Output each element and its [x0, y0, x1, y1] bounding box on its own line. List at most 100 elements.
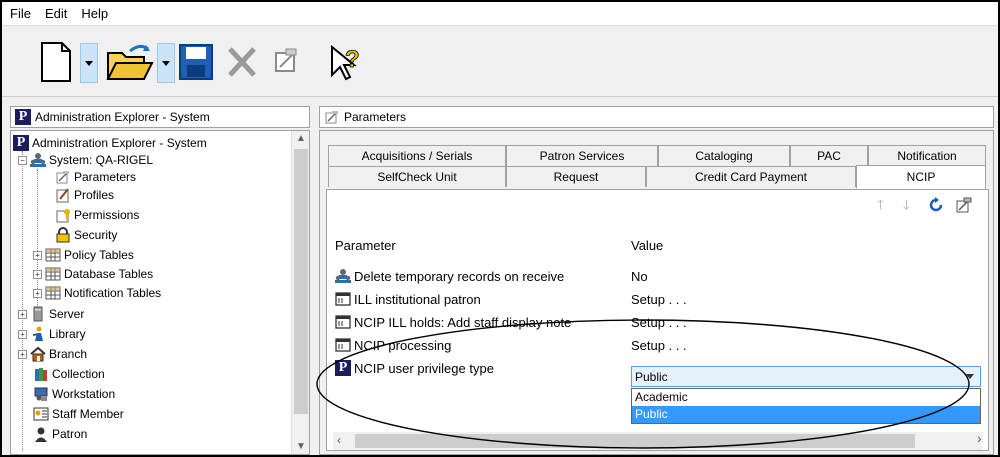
tab-notification[interactable]: Notification [868, 145, 986, 166]
column-header-value[interactable]: Value [631, 238, 663, 253]
setup-dialog-icon [335, 292, 351, 306]
right-pane-header: Parameters [319, 106, 994, 128]
properties-icon[interactable] [955, 196, 973, 214]
server-icon [33, 306, 43, 322]
svg-text:?: ? [345, 46, 360, 73]
library-person-icon [32, 326, 43, 341]
move-up-icon: 🡑 [877, 197, 884, 212]
parameters-icon [325, 111, 338, 124]
tree-item-notification-tables[interactable]: + Notification Tables [33, 283, 161, 303]
tree-item-database-tables[interactable]: + Database Tables [33, 264, 153, 284]
menu-edit[interactable]: Edit [45, 4, 67, 23]
refresh-icon[interactable] [927, 196, 945, 214]
tree-item-permissions[interactable]: Permissions [55, 205, 139, 225]
scroll-right-icon[interactable]: › [977, 430, 982, 446]
profiles-icon [56, 188, 69, 203]
patron-icon [35, 427, 47, 442]
menu-help[interactable]: Help [81, 4, 108, 23]
system-users-icon [335, 269, 351, 283]
chevron-down-icon[interactable] [966, 374, 974, 379]
expand-icon[interactable]: + [33, 250, 42, 260]
table-row[interactable]: NCIP processing [335, 334, 451, 356]
scroll-left-icon[interactable]: ‹ [337, 433, 341, 447]
tab-acquisitions-serials[interactable]: Acquisitions / Serials [328, 145, 506, 166]
tree-item-policy-tables[interactable]: + Policy Tables [33, 245, 134, 265]
column-header-parameter[interactable]: Parameter [335, 238, 396, 253]
user-privilege-type-select[interactable]: Public [631, 366, 981, 387]
table-row[interactable]: NCIP ILL holds: Add staff display note [335, 311, 571, 333]
option-public[interactable]: Public [632, 406, 980, 423]
tab-ncip[interactable]: NCIP [856, 165, 986, 189]
expand-icon[interactable]: + [18, 309, 27, 319]
open-dropdown-button[interactable] [157, 43, 175, 83]
delete-icon[interactable] [224, 39, 260, 85]
expand-icon[interactable]: + [33, 269, 42, 279]
lock-icon [56, 227, 70, 243]
polaris-p-icon: P [335, 360, 351, 376]
menu-bar: File Edit Help [2, 2, 998, 26]
workstation-icon [34, 387, 48, 401]
collapse-icon[interactable]: − [18, 155, 27, 165]
table-icon [45, 267, 61, 281]
expand-icon[interactable]: + [18, 349, 27, 359]
row-value[interactable]: No [631, 269, 648, 284]
scroll-down-icon[interactable]: ▼ [296, 441, 306, 452]
tree-item-staff-member[interactable]: Staff Member [33, 404, 124, 424]
row-value[interactable]: Setup . . . [631, 292, 687, 307]
staff-member-icon [33, 407, 49, 421]
tab-patron-services[interactable]: Patron Services [506, 145, 658, 166]
table-icon [45, 286, 61, 300]
tree-item-server[interactable]: + Server [18, 304, 84, 324]
table-row[interactable]: Delete temporary records on receive [335, 265, 564, 287]
polaris-p-icon: P [13, 135, 29, 151]
tab-selfcheck-unit[interactable]: SelfCheck Unit [328, 166, 506, 187]
move-down-icon: 🡓 [903, 197, 910, 212]
expand-icon[interactable]: + [33, 288, 42, 298]
explorer-tree: P Administration Explorer - System − Sys… [10, 130, 310, 455]
ncip-panel: 🡑 🡓 Parameter Value Delete temporary rec… [326, 189, 989, 451]
setup-dialog-icon [335, 315, 351, 329]
tree-item-parameters[interactable]: Parameters [55, 167, 136, 187]
grid-horizontal-scrollbar[interactable]: ‹ [333, 432, 983, 450]
left-pane-title: Administration Explorer - System [35, 110, 210, 124]
row-value[interactable]: Setup . . . [631, 315, 687, 330]
table-row[interactable]: P NCIP user privilege type [335, 357, 494, 379]
user-privilege-type-options: Academic Public [631, 388, 981, 424]
tree-item-branch[interactable]: + Branch [18, 344, 87, 364]
tree-item-library[interactable]: + Library [18, 324, 86, 344]
tree-item-workstation[interactable]: Workstation [33, 384, 115, 404]
row-value[interactable]: Setup . . . [631, 338, 687, 353]
table-icon [45, 248, 61, 262]
right-pane-title: Parameters [344, 110, 407, 124]
parameters-icon [56, 171, 69, 184]
save-icon[interactable] [176, 39, 216, 85]
tab-request[interactable]: Request [506, 166, 646, 187]
new-dropdown-button[interactable] [80, 43, 98, 83]
tab-credit-card-payment[interactable]: Credit Card Payment [646, 166, 856, 187]
scroll-up-icon[interactable]: ▲ [296, 133, 306, 144]
setup-dialog-icon [335, 338, 351, 352]
table-row[interactable]: ILL institutional patron [335, 288, 481, 310]
open-folder-icon[interactable] [104, 39, 154, 85]
permissions-icon [56, 209, 70, 223]
menu-file[interactable]: File [10, 4, 31, 23]
tree-item-security[interactable]: Security [55, 225, 117, 245]
properties-icon[interactable] [272, 39, 300, 85]
system-users-icon [30, 153, 46, 167]
new-document-icon[interactable] [36, 39, 76, 85]
option-academic[interactable]: Academic [632, 389, 980, 406]
expand-icon[interactable]: + [18, 329, 27, 339]
tree-item-collection[interactable]: Collection [33, 364, 105, 384]
branch-house-icon [30, 346, 46, 362]
tree-vertical-scrollbar[interactable]: ▲ ▼ [291, 131, 309, 454]
tree-item-patron[interactable]: Patron [33, 424, 87, 444]
tree-item-profiles[interactable]: Profiles [55, 185, 114, 205]
tab-cataloging[interactable]: Cataloging [658, 145, 790, 166]
polaris-p-icon: P [15, 109, 31, 125]
application-window: File Edit Help ? P Administration Explor… [0, 0, 1000, 457]
help-icon[interactable]: ? [328, 39, 362, 85]
tab-pac[interactable]: PAC [790, 145, 868, 166]
scrollbar-thumb[interactable] [355, 434, 915, 448]
collection-books-icon [35, 368, 47, 381]
scrollbar-thumb[interactable] [294, 149, 308, 414]
